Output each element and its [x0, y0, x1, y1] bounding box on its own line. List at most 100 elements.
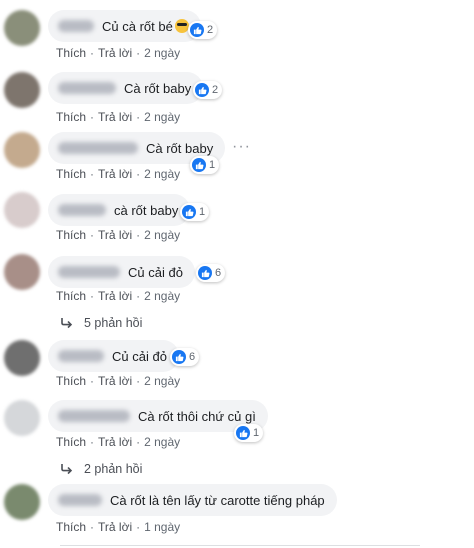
reply-arrow-icon	[61, 464, 73, 475]
comment-text: Cà rốt baby	[124, 80, 192, 96]
reaction-count-badge[interactable]: 1	[234, 424, 264, 442]
comment-actions: Thích · Trả lời · 2 ngày	[56, 435, 180, 449]
like-link[interactable]: Thích	[56, 110, 86, 124]
comment-actions: Thích · Trả lời · 2 ngày	[56, 46, 180, 60]
timestamp[interactable]: 2 ngày	[144, 374, 180, 388]
divider	[60, 545, 420, 546]
separator: ·	[90, 110, 95, 124]
reaction-count-badge[interactable]: 1	[190, 156, 220, 174]
comment-actions: Thích · Trả lời · 1 ngày	[56, 520, 180, 534]
separator: ·	[90, 167, 95, 181]
comment-text: cà rốt baby	[114, 202, 179, 218]
like-icon	[198, 266, 212, 280]
author-name[interactable]	[58, 350, 104, 362]
avatar[interactable]	[4, 192, 40, 228]
reply-link[interactable]: Trả lời	[98, 520, 132, 534]
comment-text: Củ cải đỏ	[112, 348, 167, 364]
comment-bubble: Củ cà rốt bé	[48, 10, 201, 42]
reply-arrow-icon	[61, 318, 73, 329]
reaction-count-badge[interactable]: 6	[170, 348, 200, 366]
reply-link[interactable]: Trả lời	[98, 46, 132, 60]
reaction-count: 1	[199, 206, 206, 218]
separator: ·	[90, 374, 95, 388]
comment-text: Cà rốt là tên lấy từ carotte tiếng pháp	[110, 492, 325, 508]
timestamp[interactable]: 2 ngày	[144, 435, 180, 449]
timestamp[interactable]: 2 ngày	[144, 110, 180, 124]
more-options-icon[interactable]: ···	[232, 138, 251, 156]
reaction-count-badge[interactable]: 2	[188, 21, 218, 39]
separator: ·	[136, 289, 141, 303]
reply-link[interactable]: Trả lời	[98, 167, 132, 181]
separator: ·	[136, 435, 141, 449]
reply-link[interactable]: Trả lời	[98, 289, 132, 303]
author-name[interactable]	[58, 494, 102, 506]
sunglasses-emoji-icon	[174, 19, 189, 33]
separator: ·	[136, 167, 141, 181]
comment-bubble: Củ cải đỏ	[48, 340, 179, 372]
like-link[interactable]: Thích	[56, 289, 86, 303]
timestamp[interactable]: 2 ngày	[144, 289, 180, 303]
like-icon	[172, 350, 186, 364]
like-link[interactable]: Thích	[56, 520, 86, 534]
avatar[interactable]	[4, 132, 40, 168]
reaction-count-badge[interactable]: 2	[193, 81, 223, 99]
author-name[interactable]	[58, 204, 106, 216]
separator: ·	[90, 228, 95, 242]
separator: ·	[136, 110, 141, 124]
replies-count-label: 5 phản hồi	[84, 316, 143, 330]
separator: ·	[136, 46, 141, 60]
reaction-count-badge[interactable]: 6	[196, 264, 226, 282]
separator: ·	[90, 289, 95, 303]
like-link[interactable]: Thích	[56, 374, 86, 388]
separator: ·	[90, 435, 95, 449]
comment-actions: Thích · Trả lời · 2 ngày	[56, 228, 180, 242]
comment-text: Củ cải đỏ	[128, 264, 183, 280]
separator: ·	[136, 228, 141, 242]
reaction-count: 1	[209, 159, 216, 171]
reaction-count: 6	[189, 351, 196, 363]
author-name[interactable]	[58, 266, 120, 278]
reaction-count: 2	[212, 84, 219, 96]
comment-bubble: Cà rốt là tên lấy từ carotte tiếng pháp	[48, 484, 337, 516]
reply-link[interactable]: Trả lời	[98, 374, 132, 388]
comment-bubble: cà rốt baby	[48, 194, 191, 226]
reaction-count: 2	[207, 24, 214, 36]
reaction-count-badge[interactable]: 1	[180, 203, 210, 221]
timestamp[interactable]: 2 ngày	[144, 46, 180, 60]
reply-link[interactable]: Trả lời	[98, 435, 132, 449]
separator: ·	[136, 520, 141, 534]
like-link[interactable]: Thích	[56, 167, 86, 181]
like-icon	[195, 83, 209, 97]
view-replies-link[interactable]: 5 phản hồi	[60, 316, 142, 330]
separator: ·	[136, 374, 141, 388]
author-name[interactable]	[58, 410, 130, 422]
like-icon	[190, 23, 204, 37]
view-replies-link[interactable]: 2 phản hồi	[60, 462, 142, 476]
reaction-count: 6	[215, 267, 222, 279]
timestamp[interactable]: 2 ngày	[144, 167, 180, 181]
reaction-count: 1	[253, 427, 260, 439]
like-link[interactable]: Thích	[56, 228, 86, 242]
like-icon	[182, 205, 196, 219]
timestamp[interactable]: 1 ngày	[144, 520, 180, 534]
reply-link[interactable]: Trả lời	[98, 110, 132, 124]
author-name[interactable]	[58, 82, 116, 94]
replies-count-label: 2 phản hồi	[84, 462, 143, 476]
comment-actions: Thích · Trả lời · 2 ngày	[56, 167, 180, 181]
avatar[interactable]	[4, 254, 40, 290]
like-link[interactable]: Thích	[56, 46, 86, 60]
timestamp[interactable]: 2 ngày	[144, 228, 180, 242]
comment-bubble: Củ cải đỏ	[48, 256, 195, 288]
avatar[interactable]	[4, 400, 40, 436]
avatar[interactable]	[4, 72, 40, 108]
avatar[interactable]	[4, 10, 40, 46]
avatar[interactable]	[4, 484, 40, 520]
comment-text: Cà rốt thôi chứ củ gì	[138, 408, 256, 424]
reply-link[interactable]: Trả lời	[98, 228, 132, 242]
like-link[interactable]: Thích	[56, 435, 86, 449]
separator: ·	[90, 520, 95, 534]
comment-actions: Thích · Trả lời · 2 ngày	[56, 289, 180, 303]
author-name[interactable]	[58, 20, 94, 32]
avatar[interactable]	[4, 340, 40, 376]
author-name[interactable]	[58, 142, 138, 154]
